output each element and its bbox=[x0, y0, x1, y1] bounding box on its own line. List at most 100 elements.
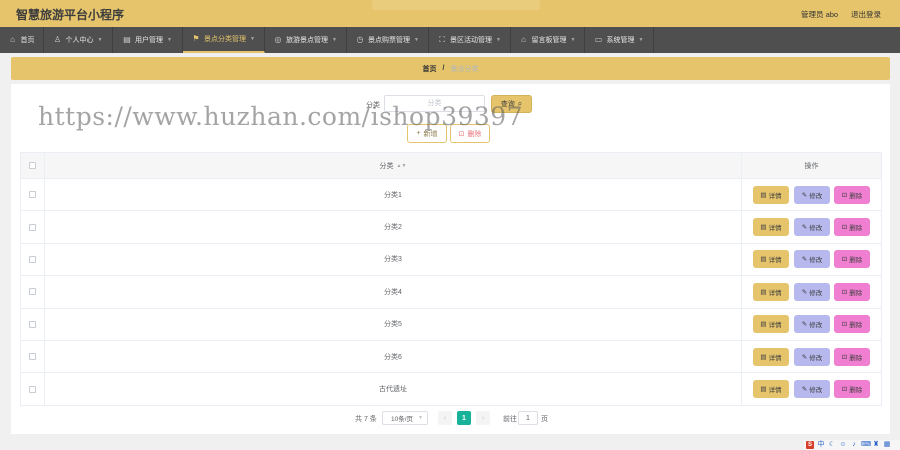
row-checkbox[interactable] bbox=[29, 191, 36, 199]
breadcrumb-home[interactable]: 首页 bbox=[423, 64, 437, 74]
row-checkbox[interactable] bbox=[29, 223, 36, 231]
nav-item-profile[interactable]: ♙ 个人中心 ▼ bbox=[44, 27, 113, 53]
category-table: 分类 ▲▼ 操作 分类1 ▤ 详情 ✎ 修改 ⊡ 删除 分类2 ▤ 详情 ✎ 修改 ⊡ 删除 … bbox=[20, 152, 882, 406]
trash-icon: ⊡ bbox=[841, 353, 848, 361]
row-category: 分类6 bbox=[45, 340, 742, 373]
edit-button[interactable]: ✎ 修改 bbox=[794, 185, 830, 204]
edit-button[interactable]: ✎ 修改 bbox=[794, 250, 830, 269]
chinese-mode-icon[interactable]: 中 bbox=[817, 441, 825, 449]
batch-delete-label: 删除 bbox=[467, 130, 482, 138]
document-icon: ▤ bbox=[123, 35, 131, 44]
row-checkbox[interactable] bbox=[29, 353, 36, 361]
delete-button[interactable]: ⊡ 删除 bbox=[834, 218, 870, 237]
trash-icon: ⊡ bbox=[841, 224, 848, 232]
chevron-down-icon: ▼ bbox=[638, 37, 644, 43]
nav-item-label: 留言板管理 bbox=[531, 37, 567, 44]
grid-icon[interactable]: ▦ bbox=[883, 441, 891, 449]
detail-button[interactable]: ▤ 详情 bbox=[753, 347, 789, 366]
table-row: 分类1 ▤ 详情 ✎ 修改 ⊡ 删除 bbox=[20, 179, 882, 212]
nav-item-label: 旅游景点管理 bbox=[286, 37, 329, 44]
detail-button[interactable]: ▤ 详情 bbox=[753, 282, 789, 301]
detail-button[interactable]: ▤ 详情 bbox=[753, 315, 789, 334]
goto-page-input[interactable] bbox=[518, 411, 538, 425]
detail-icon: ▤ bbox=[760, 191, 767, 199]
moon-icon[interactable]: ☾ bbox=[828, 441, 836, 449]
delete-button[interactable]: ⊡ 删除 bbox=[834, 185, 870, 204]
app-title: 智慧旅游平台小程序 bbox=[16, 8, 125, 22]
page-size-select[interactable]: 10条/页 ▼ bbox=[382, 411, 428, 425]
row-checkbox[interactable] bbox=[29, 288, 36, 296]
nav-item-users[interactable]: ▤ 用户管理 ▼ bbox=[113, 27, 183, 53]
header-ghost-tab bbox=[372, 0, 540, 10]
detail-button[interactable]: ▤ 详情 bbox=[753, 250, 789, 269]
edit-button[interactable]: ✎ 修改 bbox=[794, 380, 830, 399]
clock-icon: ◷ bbox=[356, 35, 364, 44]
search-icon: ⌕ bbox=[517, 99, 523, 108]
prev-page-button[interactable]: ‹ bbox=[438, 411, 452, 425]
page-suffix: 页 bbox=[541, 416, 548, 423]
nav-item-system[interactable]: ▭ 系统管理 ▼ bbox=[585, 27, 654, 53]
chevron-down-icon: ▼ bbox=[418, 415, 423, 421]
nav-item-category[interactable]: ⚑ 景点分类管理 ▼ bbox=[183, 27, 265, 53]
trash-icon: ⊡ bbox=[458, 130, 465, 138]
delete-button[interactable]: ⊡ 删除 bbox=[834, 347, 870, 366]
nav-item-home[interactable]: ⌂ 首页 bbox=[0, 27, 44, 53]
nav-item-label: 个人中心 bbox=[65, 37, 94, 44]
shirt-icon[interactable]: ♜ bbox=[872, 441, 880, 449]
sort-icon[interactable]: ▲▼ bbox=[397, 163, 407, 169]
home-icon: ⌂ bbox=[10, 35, 15, 44]
query-button[interactable]: 查询 ⌕ bbox=[491, 95, 532, 113]
header-category[interactable]: 分类 ▲▼ bbox=[45, 153, 742, 178]
delete-button[interactable]: ⊡ 删除 bbox=[834, 315, 870, 334]
breadcrumb: 首页 / 景点分类 bbox=[11, 57, 890, 80]
detail-icon: ▤ bbox=[760, 386, 767, 394]
chevron-down-icon: ▼ bbox=[414, 37, 419, 43]
detail-icon: ▤ bbox=[760, 288, 767, 296]
chevron-down-icon: ▼ bbox=[167, 37, 172, 43]
chevron-down-icon: ▼ bbox=[250, 36, 255, 42]
search-input[interactable] bbox=[384, 95, 485, 112]
next-page-button[interactable]: › bbox=[476, 411, 490, 425]
keyboard-icon[interactable]: ⌨ bbox=[861, 441, 871, 449]
ime-logo-icon[interactable]: S bbox=[806, 441, 814, 449]
edit-button[interactable]: ✎ 修改 bbox=[794, 315, 830, 334]
logout-link[interactable]: 退出登录 bbox=[851, 9, 881, 20]
detail-icon: ▤ bbox=[760, 353, 767, 361]
trash-icon: ⊡ bbox=[841, 321, 848, 329]
table-row: 分类2 ▤ 详情 ✎ 修改 ⊡ 删除 bbox=[20, 211, 882, 244]
row-category: 古代遗址 bbox=[45, 373, 742, 405]
table-row: 分类5 ▤ 详情 ✎ 修改 ⊡ 删除 bbox=[20, 308, 882, 341]
nav-item-attractions[interactable]: ◎ 旅游景点管理 ▼ bbox=[265, 27, 347, 53]
row-checkbox[interactable] bbox=[29, 385, 36, 393]
header-checkbox-cell bbox=[21, 153, 45, 178]
nav-item-messages[interactable]: ⌂ 留言板管理 ▼ bbox=[511, 27, 585, 53]
edit-button[interactable]: ✎ 修改 bbox=[794, 282, 830, 301]
detail-button[interactable]: ▤ 详情 bbox=[753, 185, 789, 204]
trash-icon: ⊡ bbox=[841, 191, 848, 199]
row-checkbox[interactable] bbox=[29, 320, 36, 328]
select-all-checkbox[interactable] bbox=[29, 162, 36, 169]
edit-button[interactable]: ✎ 修改 bbox=[794, 347, 830, 366]
batch-delete-button[interactable]: ⊡ 删除 bbox=[450, 124, 490, 143]
detail-icon: ▤ bbox=[760, 321, 767, 329]
nav-item-label: 首页 bbox=[20, 37, 35, 44]
page-number-current[interactable]: 1 bbox=[457, 411, 471, 425]
row-checkbox[interactable] bbox=[29, 255, 36, 263]
delete-button[interactable]: ⊡ 删除 bbox=[834, 282, 870, 301]
expand-icon: ⛶ bbox=[439, 35, 445, 44]
nav-item-activities[interactable]: ⛶ 景区活动管理 ▼ bbox=[429, 27, 511, 53]
detail-button[interactable]: ▤ 详情 bbox=[753, 218, 789, 237]
nav-item-tickets[interactable]: ◷ 景点购票管理 ▼ bbox=[347, 27, 429, 53]
chevron-down-icon: ▼ bbox=[496, 37, 501, 43]
table-row: 分类3 ▤ 详情 ✎ 修改 ⊡ 删除 bbox=[20, 243, 882, 277]
edit-icon: ✎ bbox=[801, 353, 808, 361]
mic-icon[interactable]: ♪ bbox=[850, 441, 858, 449]
add-button[interactable]: + 新增 bbox=[407, 124, 447, 143]
nav-item-label: 系统管理 bbox=[606, 37, 635, 44]
delete-button[interactable]: ⊡ 删除 bbox=[834, 250, 870, 269]
detail-button[interactable]: ▤ 详情 bbox=[753, 380, 789, 399]
edit-button[interactable]: ✎ 修改 bbox=[794, 218, 830, 237]
nav-item-label: 景区活动管理 bbox=[450, 37, 493, 44]
delete-button[interactable]: ⊡ 删除 bbox=[834, 380, 870, 399]
emoji-icon[interactable]: ☺ bbox=[839, 441, 847, 449]
